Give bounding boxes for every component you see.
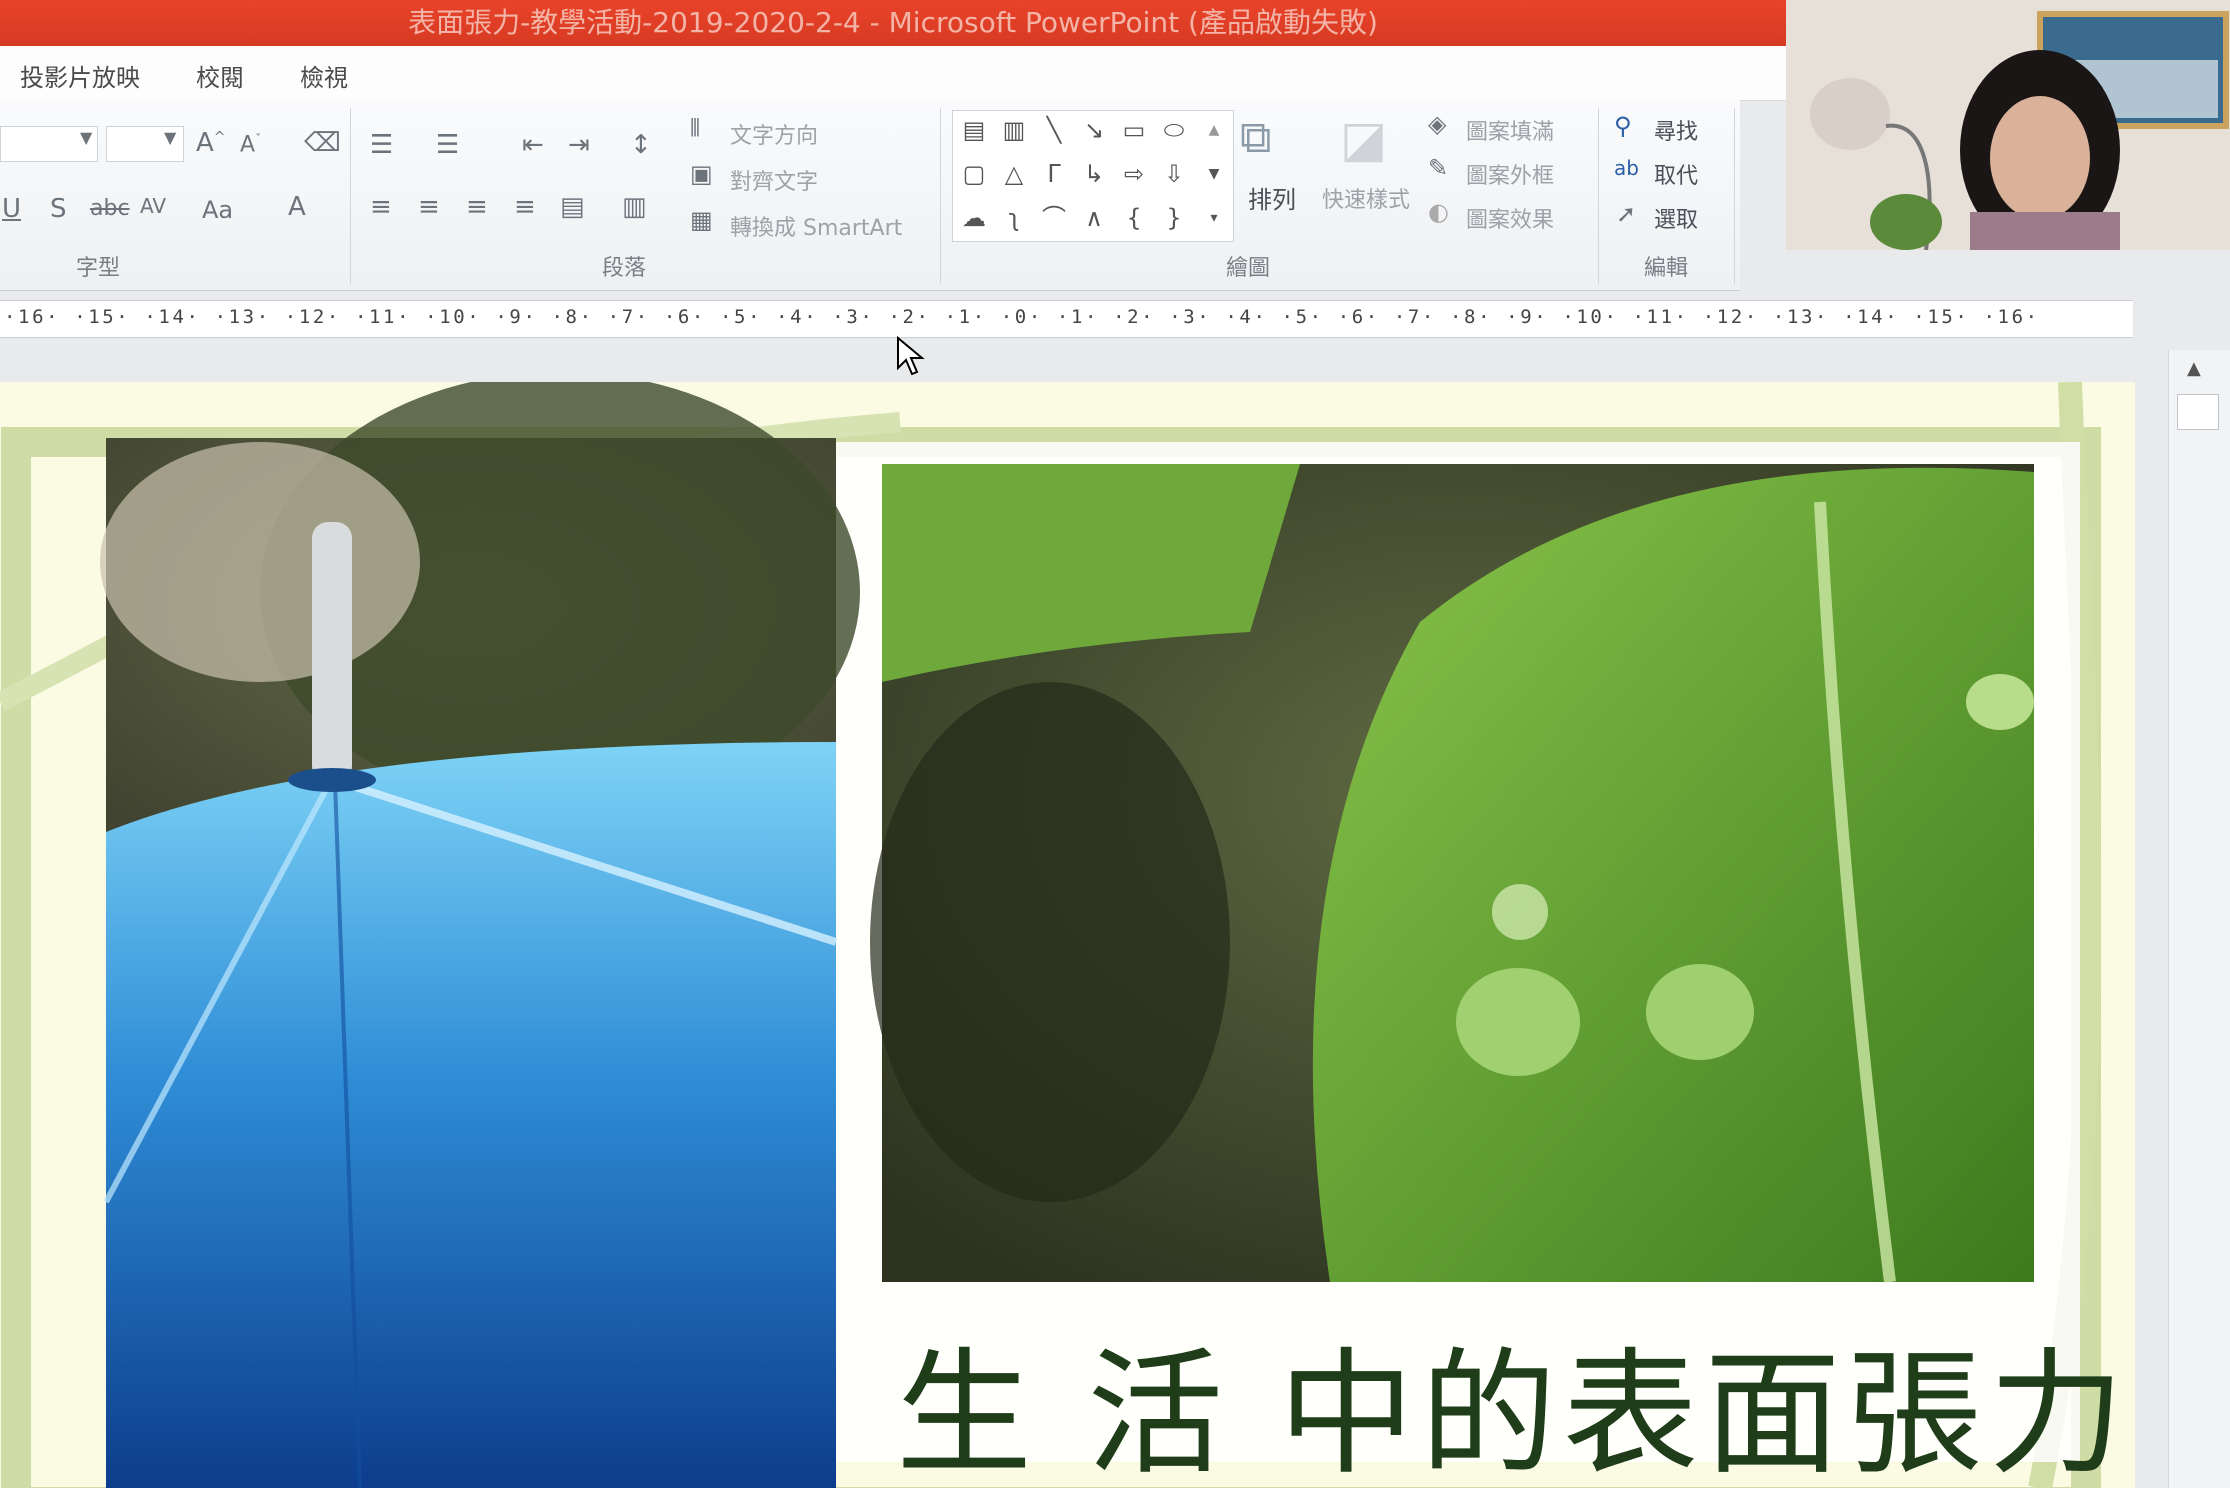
tab-slideshow[interactable]: 投影片放映 <box>20 58 140 93</box>
scroll-up-icon[interactable]: ▲ <box>1199 115 1229 145</box>
vertical-textbox-icon[interactable]: ▥ <box>999 115 1029 145</box>
arrow-icon[interactable]: ↘ <box>1079 115 1109 145</box>
quick-styles-icon[interactable]: ◪ <box>1340 110 1387 168</box>
grow-font-icon[interactable]: A^ <box>196 128 226 158</box>
group-separator <box>1734 108 1735 284</box>
group-label-paragraph: 段落 <box>602 256 647 281</box>
shape-outline-button[interactable]: 圖案外框 <box>1466 158 1554 190</box>
binoculars-icon[interactable]: ⚲ <box>1614 112 1632 140</box>
window-title-bar: 表面張力-教學活動-2019-2020-2-4 - Microsoft Powe… <box>0 0 1786 46</box>
right-arrow-icon[interactable]: ⇨ <box>1119 159 1149 189</box>
triangle-icon[interactable]: △ <box>999 159 1029 189</box>
rectangle-icon[interactable]: ▭ <box>1119 115 1149 145</box>
columns-icon[interactable]: ▥ <box>622 192 647 222</box>
convert-smartart-button[interactable]: 轉換成 SmartArt <box>730 210 902 242</box>
shapes-gallery[interactable]: ▤ ▥ ╲ ↘ ▭ ⬭ ▢ △ ᒥ ↳ ⇨ ⇩ ☁ ʅ ⌒ ∧ { } ▲ ▼ … <box>952 110 1234 242</box>
align-text-icon[interactable]: ▣ <box>690 160 713 188</box>
group-label-drawing: 繪圖 <box>1226 256 1271 281</box>
ruler-scale: ·16· ·15· ·14· ·13· ·12· ·11· ·10· ·9· ·… <box>4 306 2040 328</box>
font-color-icon[interactable]: A <box>288 192 306 222</box>
replace-button[interactable]: 取代 <box>1654 158 1698 190</box>
line-spacing-icon[interactable]: ↕ <box>630 130 652 160</box>
align-right-icon[interactable]: ≡ <box>466 192 488 222</box>
select-button[interactable]: 選取 <box>1654 202 1698 234</box>
find-button[interactable]: 尋找 <box>1654 114 1698 146</box>
scribble-icon[interactable]: ʅ <box>999 203 1029 233</box>
increase-indent-icon[interactable]: ⇥ <box>568 130 590 160</box>
line-icon[interactable]: ╲ <box>1039 115 1069 145</box>
group-separator <box>940 108 941 284</box>
paint-bucket-icon[interactable]: ◈ <box>1428 110 1446 138</box>
underline-icon[interactable]: U <box>2 194 21 224</box>
shape-fill-button[interactable]: 圖案填滿 <box>1466 114 1554 146</box>
freeform-icon[interactable]: ☁ <box>959 203 989 233</box>
slide-canvas[interactable]: 生 活 中的表面張力 <box>0 382 2135 1488</box>
oval-icon[interactable]: ⬭ <box>1159 115 1189 145</box>
arrange-icon[interactable]: ⧉ <box>1240 112 1271 163</box>
justify-icon[interactable]: ≡ <box>514 192 536 222</box>
arrange-button[interactable]: 排列 <box>1248 180 1296 215</box>
text-direction-button[interactable]: 文字方向 <box>730 118 818 150</box>
textbox-icon[interactable]: ▤ <box>959 115 989 145</box>
shape-effects-button[interactable]: 圖案效果 <box>1466 202 1554 234</box>
mouse-cursor-icon <box>897 336 925 376</box>
strikethrough-icon[interactable]: abc <box>90 196 130 221</box>
align-center-icon[interactable]: ≡ <box>418 192 440 222</box>
align-left-icon[interactable]: ≡ <box>370 192 392 222</box>
effects-icon[interactable]: ◐ <box>1428 198 1449 226</box>
chevron-down-icon[interactable]: ▼ <box>164 128 176 147</box>
arc-icon[interactable]: ⌒ <box>1039 203 1069 233</box>
smartart-icon[interactable]: ▦ <box>690 206 713 234</box>
decrease-indent-icon[interactable]: ⇤ <box>522 130 544 160</box>
umbrella-photo <box>100 382 860 1488</box>
webcam-video <box>1786 0 2230 250</box>
more-shapes-icon[interactable]: ▾ <box>1199 203 1229 233</box>
change-case-icon[interactable]: Aa <box>202 196 233 224</box>
scroll-up-arrow-icon[interactable]: ▲ <box>2187 358 2201 379</box>
right-brace-icon[interactable]: } <box>1159 203 1189 233</box>
horizontal-ruler[interactable]: ·16· ·15· ·14· ·13· ·12· ·11· ·10· ·9· ·… <box>0 300 2133 338</box>
tab-review[interactable]: 校閱 <box>196 58 244 93</box>
numbering-icon[interactable]: ☰ <box>436 130 459 160</box>
slide-title[interactable]: 生 活 中的表面張力 <box>896 1304 2130 1488</box>
elbow-connector-icon[interactable]: ᒥ <box>1039 159 1069 189</box>
group-label-editing: 編輯 <box>1644 256 1689 281</box>
cursor-select-icon[interactable]: ➚ <box>1616 200 1636 228</box>
shadow-icon[interactable]: S <box>50 194 67 224</box>
chevron-down-icon[interactable]: ▼ <box>80 128 92 147</box>
tab-view[interactable]: 檢視 <box>300 58 348 93</box>
down-arrow-icon[interactable]: ⇩ <box>1159 159 1189 189</box>
pencil-icon[interactable]: ✎ <box>1428 154 1448 182</box>
bullets-icon[interactable]: ☰ <box>370 130 393 160</box>
group-separator <box>350 108 351 284</box>
vertical-scrollbar[interactable]: ▲ <box>2168 350 2230 1488</box>
text-direction-icon[interactable]: ⫴ <box>690 114 700 142</box>
shrink-font-icon[interactable]: Aˇ <box>240 132 261 157</box>
ribbon-tabs: 投影片放映 校閱 檢視 <box>0 46 1786 101</box>
quick-styles-button[interactable]: 快速樣式 <box>1322 182 1410 214</box>
character-spacing-icon[interactable]: AV <box>140 194 166 218</box>
webcam-frame-image <box>1786 0 2230 250</box>
elbow-arrow-icon[interactable]: ↳ <box>1079 159 1109 189</box>
leaf-photo <box>870 464 2034 1283</box>
scroll-thumb[interactable] <box>2177 394 2219 430</box>
replace-icon[interactable]: ab <box>1614 156 1639 180</box>
window-title: 表面張力-教學活動-2019-2020-2-4 - Microsoft Powe… <box>408 6 1378 39</box>
ribbon: ▼ ▼ A^ Aˇ ⌫ U S abc AV Aa A 字型 ☰ ☰ ⇤ ⇥ ↕… <box>0 100 1740 291</box>
group-separator <box>1598 108 1599 284</box>
rounded-rectangle-icon[interactable]: ▢ <box>959 159 989 189</box>
clear-format-icon[interactable]: ⌫ <box>304 128 341 158</box>
distributed-icon[interactable]: ▤ <box>560 192 585 222</box>
scroll-down-icon[interactable]: ▼ <box>1199 159 1229 189</box>
left-brace-icon[interactable]: { <box>1119 203 1149 233</box>
curve-icon[interactable]: ∧ <box>1079 203 1109 233</box>
align-text-button[interactable]: 對齊文字 <box>730 164 818 196</box>
group-label-font: 字型 <box>76 256 121 281</box>
